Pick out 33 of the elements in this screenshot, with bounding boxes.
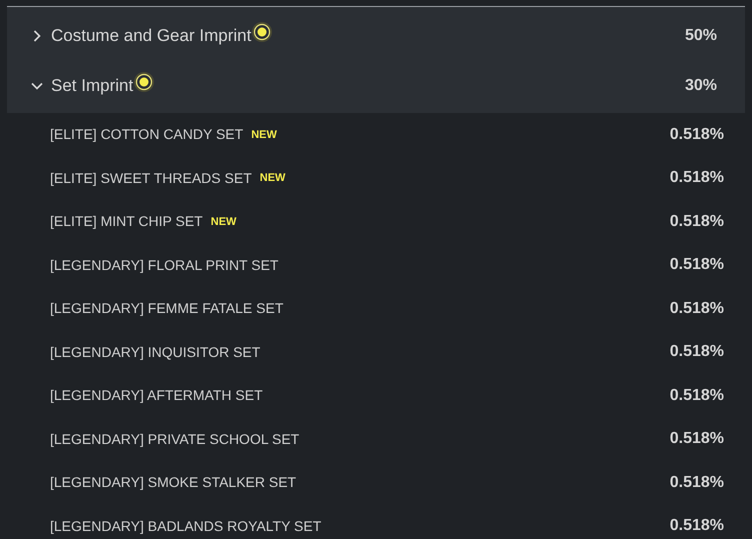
- set-name: [LEGENDARY] FEMME FATALE SET: [50, 299, 284, 318]
- category-header[interactable]: Costume and Gear Imprint 50%: [7, 7, 745, 63]
- set-name: [ELITE] MINT CHIP SET: [50, 212, 203, 232]
- set-percent: 0.518%: [670, 255, 724, 276]
- set-name: [LEGENDARY] SMOKE STALKER SET: [50, 473, 296, 492]
- set-name: [LEGENDARY] PRIVATE SCHOOL SET: [50, 430, 300, 449]
- set-percent: 0.518%: [670, 516, 724, 536]
- set-percent: 0.518%: [670, 124, 724, 145]
- set-name: [LEGENDARY] FLORAL PRINT SET: [50, 256, 278, 275]
- new-tag: NEW: [260, 170, 286, 186]
- category-title: Set Imprint: [51, 75, 134, 98]
- set-name: [ELITE] SWEET THREADS SET: [50, 168, 252, 188]
- set-name: [LEGENDARY] INQUISITOR SET: [50, 342, 260, 362]
- set-name: [LEGENDARY] BADLANDS ROYALTY SET: [50, 516, 322, 536]
- category-percent: 30%: [684, 76, 717, 96]
- set-name: [LEGENDARY] AFTERMATH SET: [50, 386, 263, 406]
- set-name: [ELITE] COTTON CANDY SET: [50, 125, 244, 144]
- set-percent: 0.518%: [670, 429, 724, 450]
- target-dot-icon: [251, 21, 274, 43]
- target-dot-icon: [133, 71, 156, 93]
- new-tag: NEW: [251, 126, 277, 143]
- category-header[interactable]: Set Imprint 30%: [7, 63, 745, 113]
- set-percent: 0.518%: [670, 212, 724, 232]
- set-percent: 0.518%: [670, 168, 724, 188]
- category-percent: 50%: [684, 26, 717, 46]
- chevron-down-icon: [31, 80, 43, 92]
- set-percent: 0.518%: [670, 298, 724, 319]
- chevron-right-icon: [31, 30, 43, 42]
- category-title: Costume and Gear Imprint: [51, 25, 252, 48]
- set-percent: 0.518%: [670, 386, 724, 406]
- set-percent: 0.518%: [670, 472, 724, 493]
- set-percent: 0.518%: [670, 342, 724, 362]
- new-tag: NEW: [210, 214, 236, 230]
